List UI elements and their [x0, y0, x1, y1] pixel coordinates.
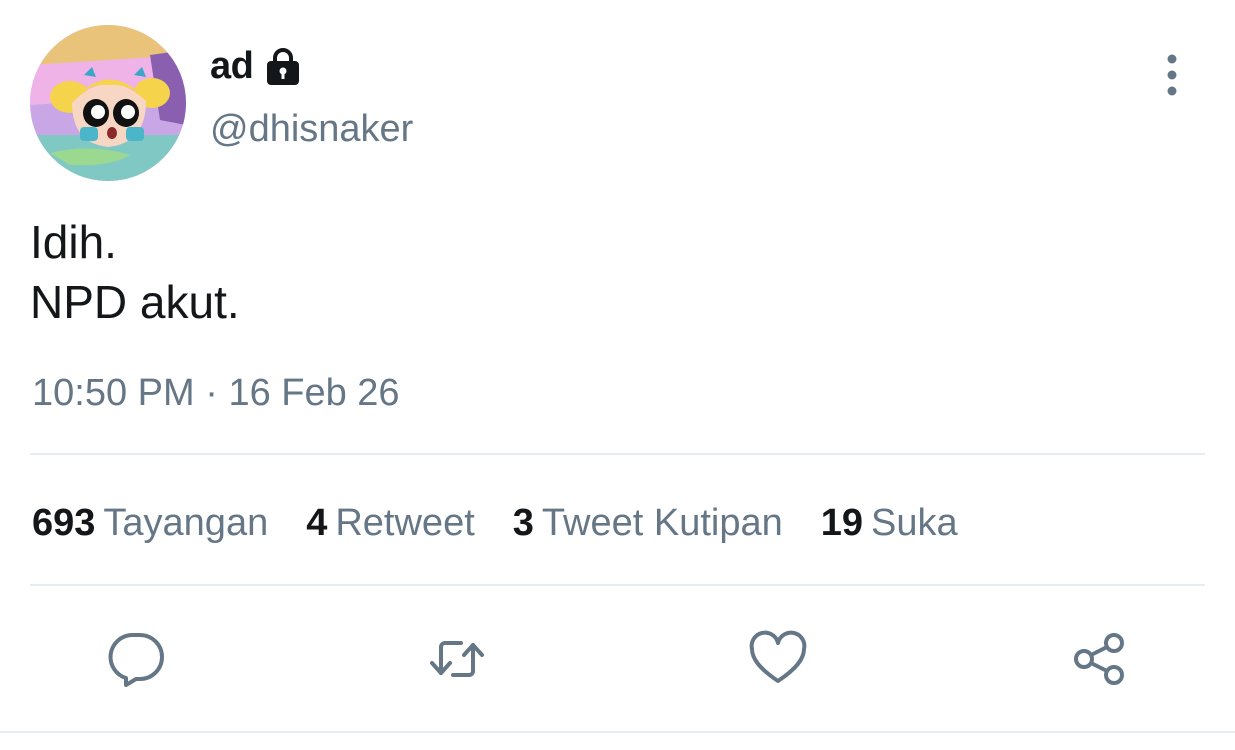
stat-retweets[interactable]: 4 Retweet	[306, 502, 475, 545]
stat-count: 3	[512, 501, 534, 544]
username-handle[interactable]: @dhisnaker	[210, 108, 413, 151]
stat-label: Retweet	[335, 501, 475, 544]
engagement-stats: 693 Tayangan 4 Retweet 3 Tweet Kutipan 19 Su…	[32, 498, 996, 548]
stat-quote-tweets[interactable]: 3 Tweet Kutipan	[513, 502, 783, 545]
stat-likes[interactable]: 19 Suka	[821, 502, 958, 545]
display-name[interactable]: ad	[210, 45, 254, 88]
tweet-text-line: Idih.	[30, 216, 117, 268]
tweet-detail: ad @dhisnaker Idih. NPD akut. 10:50 PM ·…	[0, 0, 1235, 750]
avatar[interactable]	[30, 25, 186, 181]
more-options-button[interactable]	[1150, 50, 1194, 100]
stat-count: 693	[32, 501, 96, 544]
like-button[interactable]	[745, 626, 811, 692]
stat-count: 4	[306, 501, 328, 544]
author-name-row: ad	[210, 42, 303, 90]
divider	[30, 584, 1205, 586]
retweet-icon	[430, 641, 484, 677]
reply-button[interactable]	[103, 626, 169, 692]
divider	[30, 453, 1205, 455]
stat-label: Tweet Kutipan	[541, 501, 783, 544]
stat-views[interactable]: 693 Tayangan	[32, 502, 268, 545]
tweet-date: 16 Feb 26	[228, 372, 400, 414]
share-icon	[1074, 633, 1124, 685]
retweet-button[interactable]	[424, 626, 490, 692]
stat-count: 19	[820, 501, 864, 544]
more-vertical-icon	[1167, 54, 1177, 96]
reply-icon	[108, 633, 164, 687]
stat-label: Tayangan	[103, 501, 269, 544]
tweet-timestamp[interactable]: 10:50 PM · 16 Feb 26	[32, 372, 400, 415]
heart-icon	[749, 630, 807, 683]
stat-label: Suka	[871, 501, 958, 544]
timestamp-separator: ·	[205, 372, 218, 414]
tweet-text-line: NPD akut.	[30, 276, 240, 328]
share-button[interactable]	[1067, 626, 1133, 692]
tweet-text: Idih. NPD akut.	[30, 212, 240, 332]
lock-icon	[263, 46, 303, 86]
avatar-image	[30, 25, 186, 181]
bottom-divider	[0, 731, 1235, 733]
tweet-time: 10:50 PM	[32, 372, 195, 414]
